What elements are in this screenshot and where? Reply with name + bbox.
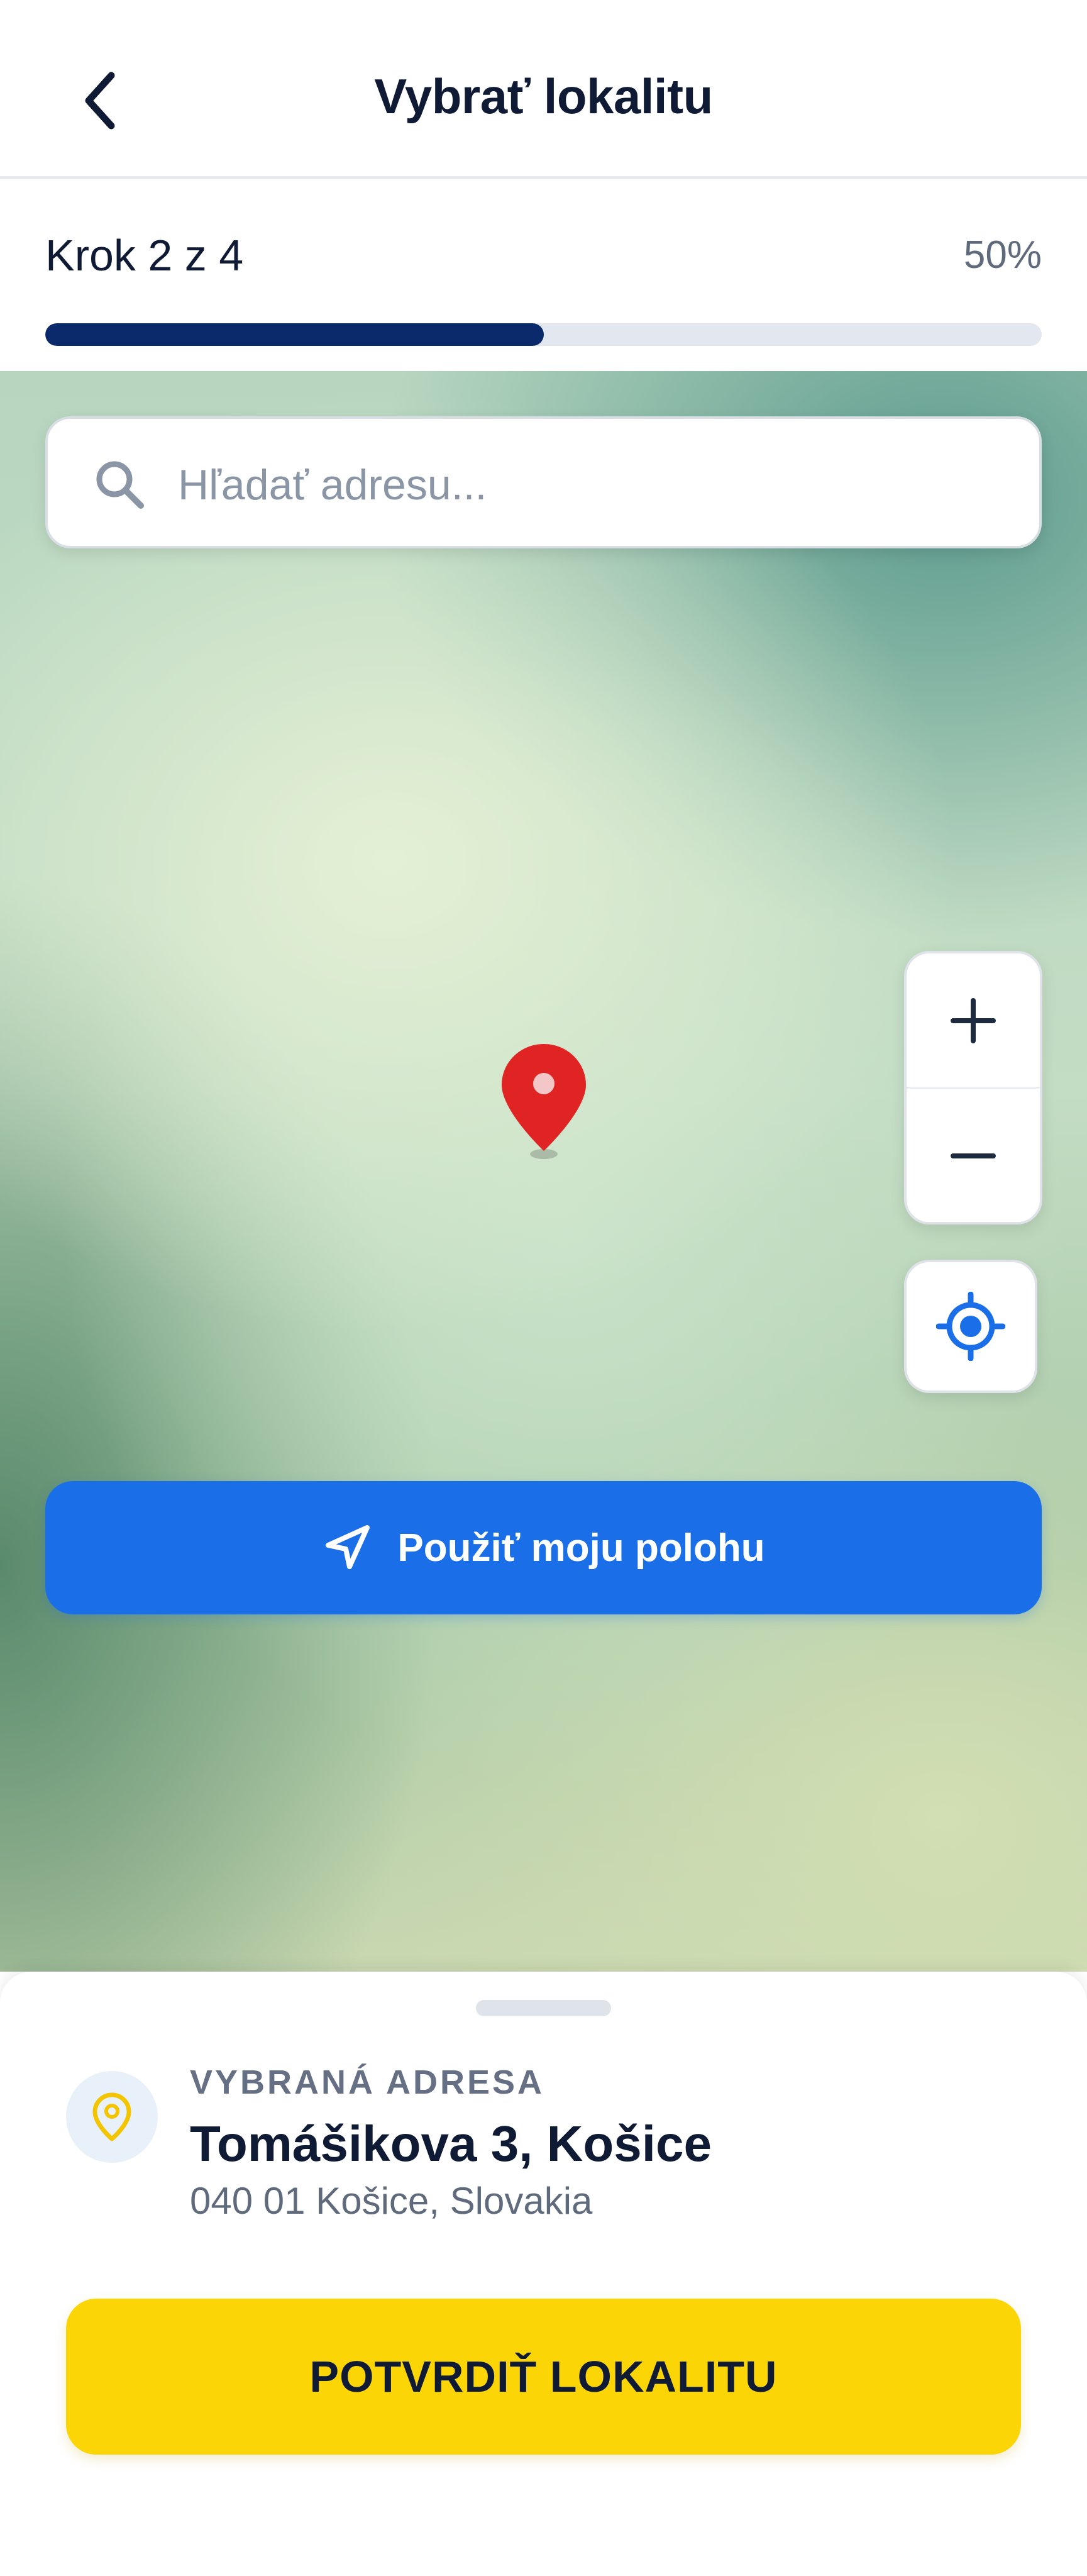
plus-icon [951,997,996,1043]
search-icon [96,461,144,509]
zoom-control [904,951,1042,1224]
address-icon-badge [66,2071,158,2163]
search-input[interactable] [177,444,1007,526]
locate-me-button[interactable] [904,1260,1037,1393]
progress-percent: 50% [963,233,1042,277]
step-indicator: Krok 2 z 4 [45,231,244,280]
page-title: Vybrať lokalitu [374,69,713,124]
location-pin-icon [92,2092,131,2141]
progress-bar-fill [45,323,544,346]
drag-handle[interactable] [476,2000,611,2016]
map-pin-icon[interactable] [497,1041,591,1167]
step-progress: Krok 2 z 4 50% [0,182,1087,371]
location-picker-screen: Vybrať lokalitu Krok 2 z 4 50% Hľadať ad… [0,0,1087,2576]
address-search[interactable] [45,416,1042,548]
navigation-arrow-icon [326,1525,370,1569]
crosshair-icon [936,1292,1005,1361]
selected-address-subtitle: 040 01 Košice, Slovakia [190,2180,593,2222]
map-view[interactable]: Použiť moju polohu [0,371,1087,1972]
selected-address-title: Tomášikova 3, Košice [190,2116,712,2172]
zoom-out-button[interactable] [907,1089,1040,1222]
confirm-location-button[interactable]: POTVRDIŤ LOKALITU [66,2299,1021,2455]
minus-icon [951,1153,996,1158]
use-my-location-label: Použiť moju polohu [397,1526,765,1570]
confirm-location-label: POTVRDIŤ LOKALITU [309,2352,778,2401]
selected-address-label: VYBRANÁ ADRESA [190,2063,545,2101]
top-app-bar: Vybrať lokalitu [0,0,1087,179]
progress-bar [45,323,1042,346]
zoom-in-button[interactable] [907,953,1040,1087]
use-my-location-button[interactable]: Použiť moju polohu [45,1481,1042,1614]
address-bottom-sheet: VYBRANÁ ADRESA Tomášikova 3, Košice 040 … [0,1972,1087,2576]
